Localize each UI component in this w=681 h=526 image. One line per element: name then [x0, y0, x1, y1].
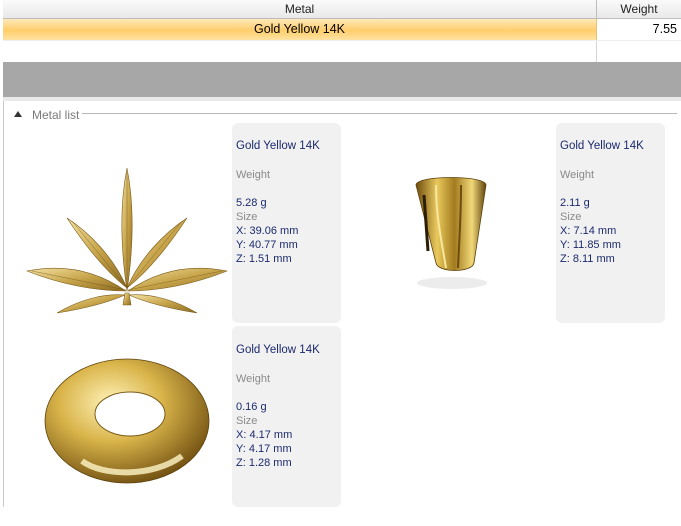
metal-list-panel: Metal list Gold Yellow 14K Weight 5.28 g… — [3, 101, 681, 507]
size-y: Y: 4.17 mm — [236, 443, 292, 455]
size-label: Size — [236, 211, 258, 223]
column-header-metal[interactable]: Metal — [3, 0, 597, 18]
item-details: Gold Yellow 14K Weight 0.16 g Size X: 4.… — [232, 326, 341, 507]
cell-weight[interactable]: 7.55 — [597, 19, 681, 40]
item-details: Gold Yellow 14K Weight 5.28 g Size X: 39… — [232, 123, 341, 323]
weight-label: Weight — [560, 169, 595, 181]
metal-name: Gold Yellow 14K — [236, 344, 320, 356]
collapse-triangle-icon[interactable] — [14, 111, 22, 117]
size-x: X: 4.17 mm — [236, 429, 293, 441]
metal-list-title: Metal list — [32, 108, 80, 122]
size-y: Y: 11.85 mm — [560, 239, 621, 251]
size-x: X: 39.06 mm — [236, 225, 299, 237]
cell-metal[interactable]: Gold Yellow 14K — [3, 19, 597, 40]
metal-name: Gold Yellow 14K — [560, 140, 644, 152]
grid-header: Metal Weight — [3, 0, 681, 19]
size-z: Z: 1.51 mm — [236, 253, 292, 265]
leaf-pendant-icon — [25, 167, 229, 314]
weight-value: 0.16 g — [236, 401, 267, 413]
grid-empty-row — [3, 40, 681, 62]
empty-area — [3, 62, 681, 97]
size-label: Size — [560, 211, 582, 223]
grid-row[interactable]: Gold Yellow 14K 7.55 — [3, 19, 681, 40]
weight-label: Weight — [236, 373, 271, 385]
column-separator — [596, 41, 597, 62]
size-x: X: 7.14 mm — [560, 225, 617, 237]
leaf-pendant-thumbnail[interactable] — [22, 123, 232, 323]
weight-value: 5.28 g — [236, 197, 267, 209]
size-label: Size — [236, 415, 258, 427]
header-rule — [82, 113, 677, 114]
jump-ring-icon — [44, 358, 210, 484]
weight-label: Weight — [236, 169, 271, 181]
metal-grid: Metal Weight Gold Yellow 14K 7.55 — [3, 0, 681, 62]
column-header-weight[interactable]: Weight — [597, 0, 681, 18]
weight-value: 2.11 g — [560, 197, 590, 209]
size-y: Y: 40.77 mm — [236, 239, 298, 251]
bail-icon — [415, 177, 487, 289]
metal-name: Gold Yellow 14K — [236, 140, 320, 152]
size-z: Z: 1.28 mm — [236, 457, 292, 469]
jump-ring-thumbnail[interactable] — [22, 326, 232, 526]
bail-thumbnail[interactable] — [346, 123, 556, 323]
size-z: Z: 8.11 mm — [560, 253, 615, 265]
item-details: Gold Yellow 14K Weight 2.11 g Size X: 7.… — [556, 123, 665, 323]
